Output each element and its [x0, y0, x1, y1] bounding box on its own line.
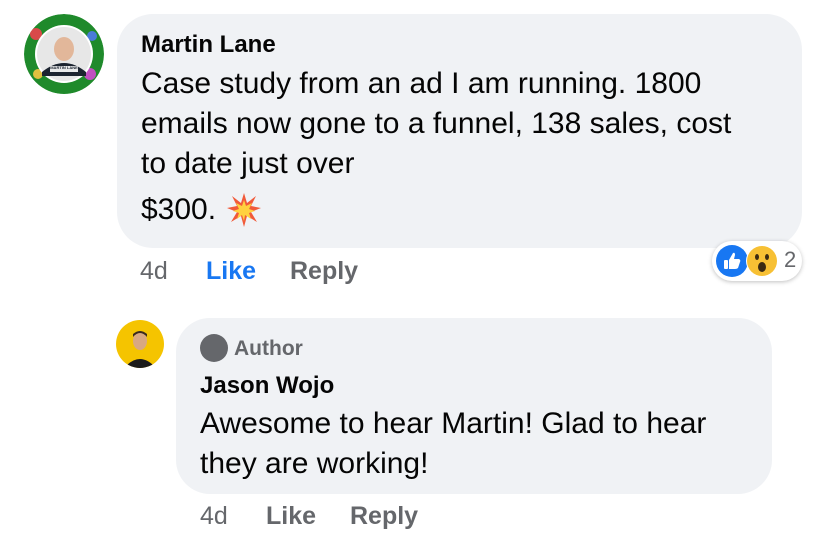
reaction-summary[interactable]: 2 — [712, 241, 802, 281]
comment-author-name[interactable]: Martin Lane — [141, 31, 276, 59]
comment-reply-button[interactable]: Reply — [290, 257, 358, 286]
comment-bubble: Martin Lane Case study from an ad I am r… — [117, 14, 802, 248]
comment-timestamp[interactable]: 4d — [140, 257, 168, 286]
collision-emoji — [226, 192, 262, 228]
comment-text-price: $300. — [141, 193, 217, 226]
reply-reply-button[interactable]: Reply — [350, 502, 418, 531]
reply-author-avatar[interactable] — [116, 320, 164, 368]
reply-text: Awesome to hear Martin! Glad to hear the… — [200, 404, 706, 484]
reply-author-name[interactable]: Jason Wojo — [200, 372, 334, 400]
reply-text-line: they are working! — [200, 447, 429, 480]
avatar-caption: MARTIN LANE — [50, 65, 78, 70]
author-badge-icon — [200, 334, 228, 362]
reply-bubble: Author Jason Wojo Awesome to hear Martin… — [176, 318, 772, 494]
author-badge-label: Author — [234, 337, 303, 360]
comment-author-avatar[interactable]: MARTIN LANE — [24, 14, 104, 94]
reply-timestamp[interactable]: 4d — [200, 502, 228, 531]
wow-reaction-icon — [746, 245, 778, 277]
comment-text-last-line: $300. — [141, 190, 731, 230]
reaction-count: 2 — [784, 247, 797, 272]
comment-text-line: emails now gone to a funnel, 138 sales, … — [141, 107, 732, 140]
comment-like-button[interactable]: Like — [206, 257, 256, 286]
like-reaction-icon — [716, 245, 748, 277]
comment-text: Case study from an ad I am running. 1800… — [141, 64, 731, 230]
reply-like-button[interactable]: Like — [266, 502, 316, 531]
comment-text-line: Case study from an ad I am running. 1800 — [141, 67, 702, 100]
comment-text-line: to date just over — [141, 147, 355, 180]
reply-text-line: Awesome to hear Martin! Glad to hear — [200, 407, 707, 440]
